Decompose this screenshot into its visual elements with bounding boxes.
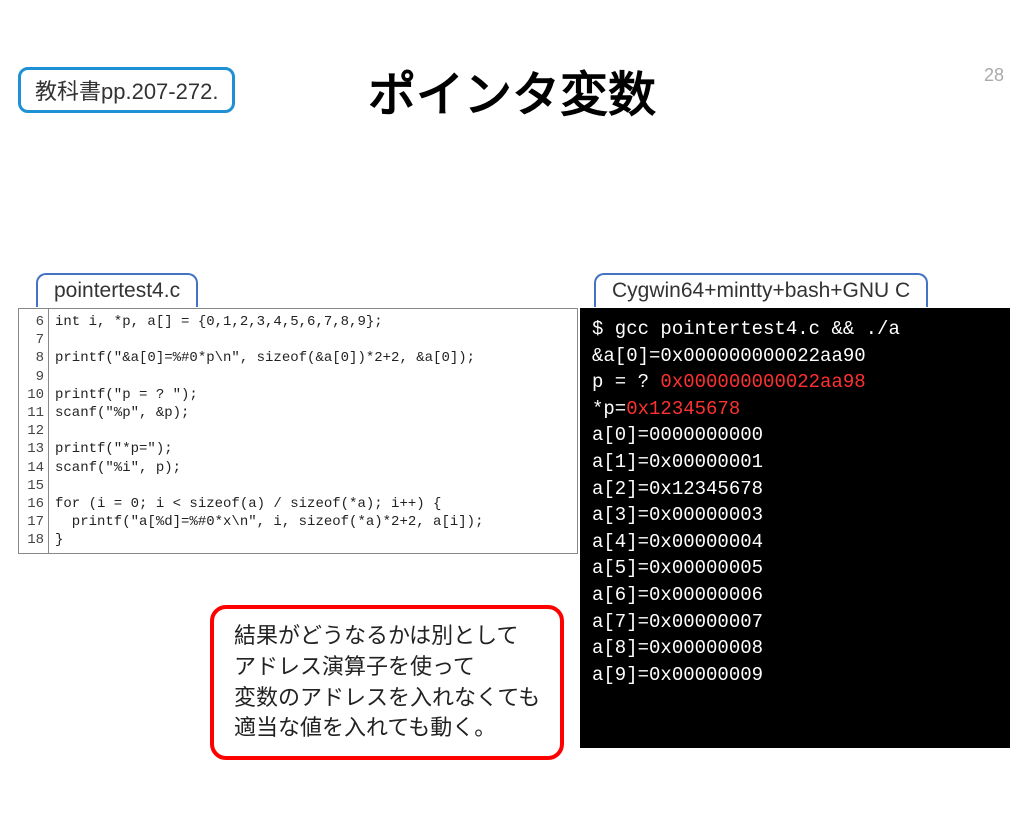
terminal-line: $ gcc pointertest4.c && ./a <box>592 316 998 343</box>
terminal-line: a[1]=0x00000001 <box>592 449 998 476</box>
terminal-line: a[7]=0x00000007 <box>592 609 998 636</box>
code-tab-label: pointertest4.c <box>36 273 198 307</box>
terminal-line: a[6]=0x00000006 <box>592 582 998 609</box>
terminal-line: a[9]=0x00000009 <box>592 662 998 689</box>
terminal-output: $ gcc pointertest4.c && ./a&a[0]=0x00000… <box>580 308 1010 748</box>
terminal-line: &a[0]=0x000000000022aa90 <box>592 343 998 370</box>
terminal-line: p = ? 0x000000000022aa98 <box>592 369 998 396</box>
terminal-line: a[0]=0000000000 <box>592 422 998 449</box>
terminal-line: a[4]=0x00000004 <box>592 529 998 556</box>
textbook-reference: 教科書pp.207-272. <box>18 67 235 113</box>
page-number: 28 <box>984 65 1004 86</box>
code-listing: 6 7 8 9 10 11 12 13 14 15 16 17 18 int i… <box>18 308 578 554</box>
terminal-line: *p=0x12345678 <box>592 396 998 423</box>
callout-line: 適当な値を入れても動く。 <box>234 713 540 744</box>
callout-line: 結果がどうなるかは別として <box>234 621 540 652</box>
code-body: int i, *p, a[] = {0,1,2,3,4,5,6,7,8,9}; … <box>49 309 577 553</box>
terminal-tab-label: Cygwin64+mintty+bash+GNU C <box>594 273 928 307</box>
terminal-line: a[3]=0x00000003 <box>592 502 998 529</box>
terminal-line: a[8]=0x00000008 <box>592 635 998 662</box>
terminal-line: a[2]=0x12345678 <box>592 476 998 503</box>
callout-line: 変数のアドレスを入れなくても <box>234 683 540 714</box>
callout-line: アドレス演算子を使って <box>234 652 540 683</box>
callout-box: 結果がどうなるかは別として アドレス演算子を使って 変数のアドレスを入れなくても… <box>210 605 564 760</box>
terminal-line: a[5]=0x00000005 <box>592 555 998 582</box>
code-gutter: 6 7 8 9 10 11 12 13 14 15 16 17 18 <box>19 309 49 553</box>
